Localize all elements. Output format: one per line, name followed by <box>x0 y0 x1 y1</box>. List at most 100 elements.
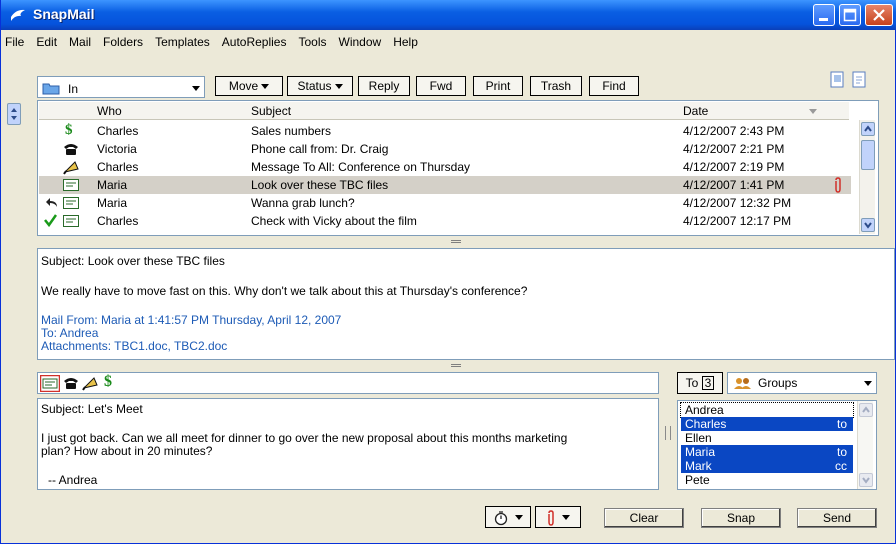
column-date[interactable]: Date <box>683 104 708 118</box>
table-row[interactable]: Charles Message To All: Conference on Th… <box>39 158 851 176</box>
menu-mail[interactable]: Mail <box>63 31 97 49</box>
compose-body-line1[interactable]: I just got back. Can we all meet for din… <box>41 431 567 445</box>
menu-window[interactable]: Window <box>333 31 388 49</box>
chevron-up-icon <box>864 125 872 132</box>
chevron-down-icon <box>862 477 870 484</box>
message-who: Charles <box>97 124 139 138</box>
move-button[interactable]: Move <box>215 76 283 96</box>
groups-select[interactable]: Groups <box>727 372 877 394</box>
clear-button[interactable]: Clear <box>604 508 684 528</box>
reply-button[interactable]: Reply <box>358 76 410 96</box>
recipient-name: Maria <box>685 445 716 459</box>
column-who[interactable]: Who <box>97 104 122 118</box>
recipient-item[interactable]: Ellen <box>681 431 853 445</box>
copy-page-icon[interactable] <box>829 70 847 90</box>
folder-select[interactable]: In <box>37 76 205 98</box>
minimize-icon <box>819 18 828 21</box>
dollar-icon[interactable]: $ <box>104 373 112 391</box>
replied-arrow-icon <box>46 198 57 207</box>
recipient-name: Charles <box>685 417 727 431</box>
app-logo-icon <box>11 9 25 21</box>
preview-attachments[interactable]: Attachments: TBC1.doc, TBC2.doc <box>41 339 227 353</box>
groups-label: Groups <box>758 376 798 390</box>
message-subject: Look over these TBC files <box>251 178 389 192</box>
preview-splitter-handle[interactable] <box>441 362 471 370</box>
phone-icon[interactable] <box>63 376 79 390</box>
find-button[interactable]: Find <box>589 76 639 96</box>
recipient-list-scrollbar[interactable] <box>857 401 873 489</box>
message-date: 4/12/2007 12:32 PM <box>683 196 792 210</box>
chevron-down-icon <box>261 84 270 90</box>
message-who: Maria <box>97 196 128 210</box>
message-subject: Sales numbers <box>251 124 332 138</box>
recipient-item[interactable]: Maria to <box>681 445 853 459</box>
compose-subject[interactable]: Subject: Let's Meet <box>41 402 143 416</box>
trash-button[interactable]: Trash <box>530 76 582 96</box>
stopwatch-icon <box>494 511 507 525</box>
close-button[interactable] <box>865 4 893 26</box>
table-row[interactable]: Maria Wanna grab lunch? 4/12/2007 12:32 … <box>39 194 851 212</box>
list-size-spinner[interactable] <box>7 103 21 125</box>
table-row[interactable]: Victoria Phone call from: Dr. Craig 4/12… <box>39 140 851 158</box>
megaphone-icon[interactable] <box>82 375 100 391</box>
menu-help[interactable]: Help <box>387 31 424 49</box>
forward-button[interactable]: Fwd <box>416 76 466 96</box>
table-row[interactable]: Charles Check with Vicky about the film … <box>39 212 851 230</box>
recipient-item[interactable]: Mark cc <box>681 459 853 473</box>
recipient-role: to <box>836 445 847 459</box>
timer-button[interactable] <box>485 506 531 528</box>
mail-icon <box>63 179 79 191</box>
recipient-item[interactable]: Pete <box>681 473 853 487</box>
menu-tools[interactable]: Tools <box>292 31 332 49</box>
to-field-selector[interactable]: To 3 <box>677 372 723 394</box>
list-splitter-handle[interactable] <box>441 238 471 246</box>
compose-body-line2[interactable]: plan? How about in 20 minutes? <box>41 444 212 458</box>
chevron-down-icon <box>562 515 571 521</box>
to-label: To <box>685 376 699 390</box>
column-subject[interactable]: Subject <box>251 104 291 118</box>
menu-edit[interactable]: Edit <box>30 31 63 49</box>
menu-templates[interactable]: Templates <box>149 31 216 49</box>
message-list-scrollbar[interactable] <box>859 120 875 234</box>
scroll-down-button[interactable] <box>861 218 875 232</box>
preview-subject: Subject: Look over these TBC files <box>41 254 225 268</box>
title-bar[interactable]: SnapMail <box>1 0 896 30</box>
menu-autoreplies[interactable]: AutoReplies <box>216 31 293 49</box>
chevron-down-icon <box>192 86 200 91</box>
message-date: 4/12/2007 2:19 PM <box>683 160 785 174</box>
message-date: 4/12/2007 1:41 PM <box>683 178 785 192</box>
dollar-icon: $ <box>65 122 73 138</box>
send-button[interactable]: Send <box>797 508 877 528</box>
recipient-name: Ellen <box>685 431 712 445</box>
status-button[interactable]: Status <box>287 76 353 96</box>
snap-button[interactable]: Snap <box>701 508 781 528</box>
compose-type-bar: $ <box>37 372 659 394</box>
recipient-item[interactable]: Charles to <box>681 417 853 431</box>
maximize-icon <box>843 8 857 22</box>
compose-splitter-handle[interactable] <box>665 426 671 440</box>
checkmark-icon <box>44 214 57 227</box>
message-date: 4/12/2007 12:17 PM <box>683 214 792 228</box>
compose-signature[interactable]: -- Andrea <box>48 473 97 487</box>
attach-button[interactable] <box>535 506 581 528</box>
table-row[interactable]: $ Charles Sales numbers 4/12/2007 2:43 P… <box>39 122 851 140</box>
print-button[interactable]: Print <box>473 76 523 96</box>
scroll-thumb[interactable] <box>861 140 875 170</box>
paperclip-icon <box>835 177 841 193</box>
new-page-icon[interactable] <box>851 70 869 90</box>
mail-icon <box>63 197 79 209</box>
message-who: Charles <box>97 214 139 228</box>
scroll-up-button[interactable] <box>861 122 875 136</box>
table-row-selected[interactable]: Maria Look over these TBC files 4/12/200… <box>39 176 851 194</box>
phone-icon <box>64 144 78 155</box>
mail-type-icon[interactable] <box>40 375 60 392</box>
menu-folders[interactable]: Folders <box>97 31 149 49</box>
menu-file[interactable]: File <box>1 31 30 49</box>
recipient-item[interactable]: Andrea <box>680 402 854 418</box>
maximize-button[interactable] <box>839 4 861 26</box>
message-who: Victoria <box>97 142 137 156</box>
scroll-up-button[interactable] <box>859 403 873 417</box>
minimize-button[interactable] <box>813 4 835 26</box>
scroll-down-button[interactable] <box>859 473 873 487</box>
chevron-down-icon <box>334 84 343 90</box>
